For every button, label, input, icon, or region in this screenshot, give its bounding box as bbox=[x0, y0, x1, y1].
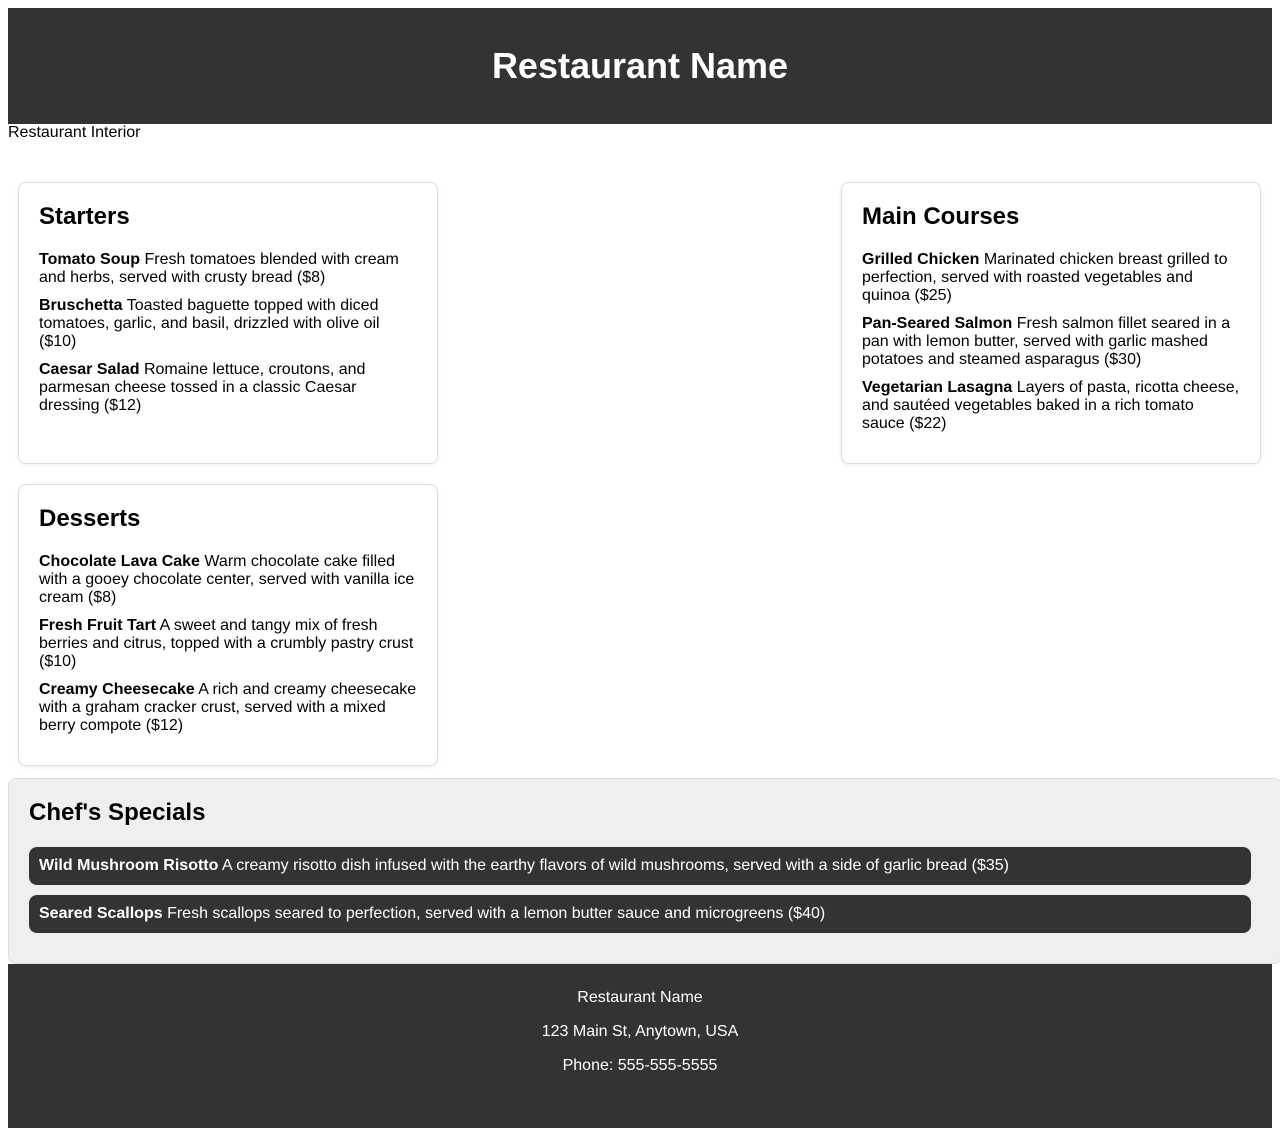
footer-restaurant-name: Restaurant Name bbox=[577, 989, 703, 1006]
special-item: Wild Mushroom Risotto A creamy risotto d… bbox=[29, 847, 1251, 885]
site-header: Restaurant Name bbox=[8, 8, 1272, 124]
menu-card-starters: Starters Tomato Soup Fresh tomatoes blen… bbox=[18, 182, 438, 464]
special-item: Seared Scallops Fresh scallops seared to… bbox=[29, 895, 1251, 933]
menu-card-title: Main Courses bbox=[862, 203, 1020, 230]
page: Restaurant Name Restaurant Interior Star… bbox=[8, 8, 1272, 772]
footer-address: 123 Main St, Anytown, USA bbox=[541, 1023, 739, 1040]
menu-card-title: Desserts bbox=[39, 505, 141, 532]
restaurant-title: Restaurant Name bbox=[491, 45, 789, 86]
menu-item: Pan-Seared Salmon Fresh salmon fillet se… bbox=[862, 315, 1240, 369]
menu-item-name: Vegetarian Lasagna bbox=[862, 379, 1013, 396]
special-item-description: Fresh scallops seared to perfection, ser… bbox=[167, 905, 826, 922]
menu-item: Vegetarian Lasagna Layers of pasta, rico… bbox=[862, 379, 1240, 433]
menu-item-name: Bruschetta bbox=[39, 297, 123, 314]
menu-card-main-courses: Main Courses Grilled Chicken Marinated c… bbox=[841, 182, 1261, 464]
menu-item: Creamy Cheesecake A rich and creamy chee… bbox=[39, 681, 417, 735]
menu-item: Caesar Salad Romaine lettuce, croutons, … bbox=[39, 361, 417, 415]
menu-item-name: Pan-Seared Salmon bbox=[862, 315, 1013, 332]
menu-item-name: Tomato Soup bbox=[39, 251, 141, 268]
special-item-description: A creamy risotto dish infused with the e… bbox=[221, 857, 1009, 874]
chef-specials-section: Chef's Specials Wild Mushroom Risotto A … bbox=[8, 778, 1280, 964]
menu-card-title: Starters bbox=[39, 203, 130, 230]
specials-title: Chef's Specials bbox=[29, 799, 206, 826]
menu-item: Chocolate Lava Cake Warm chocolate cake … bbox=[39, 553, 417, 607]
hero-image-alt-text: Restaurant Interior bbox=[8, 124, 141, 141]
menu-item-name: Chocolate Lava Cake bbox=[39, 553, 200, 570]
menu-item-name: Creamy Cheesecake bbox=[39, 681, 195, 698]
menu-item: Tomato Soup Fresh tomatoes blended with … bbox=[39, 251, 417, 287]
hero-image: Restaurant Interior bbox=[8, 124, 1272, 142]
menu-section: Starters Tomato Soup Fresh tomatoes blen… bbox=[8, 142, 1272, 772]
menu-item-name: Grilled Chicken bbox=[862, 251, 980, 268]
menu-card-desserts: Desserts Chocolate Lava Cake Warm chocol… bbox=[18, 484, 438, 766]
special-item-name: Seared Scallops bbox=[39, 905, 163, 922]
menu-item: Bruschetta Toasted baguette topped with … bbox=[39, 297, 417, 351]
menu-item: Grilled Chicken Marinated chicken breast… bbox=[862, 251, 1240, 305]
site-footer: Restaurant Name 123 Main St, Anytown, US… bbox=[8, 964, 1272, 1128]
menu-item-name: Caesar Salad bbox=[39, 361, 140, 378]
footer-phone: Phone: 555-555-5555 bbox=[562, 1057, 718, 1074]
special-item-name: Wild Mushroom Risotto bbox=[39, 857, 219, 874]
menu-item-name: Fresh Fruit Tart bbox=[39, 617, 157, 634]
menu-item: Fresh Fruit Tart A sweet and tangy mix o… bbox=[39, 617, 417, 671]
